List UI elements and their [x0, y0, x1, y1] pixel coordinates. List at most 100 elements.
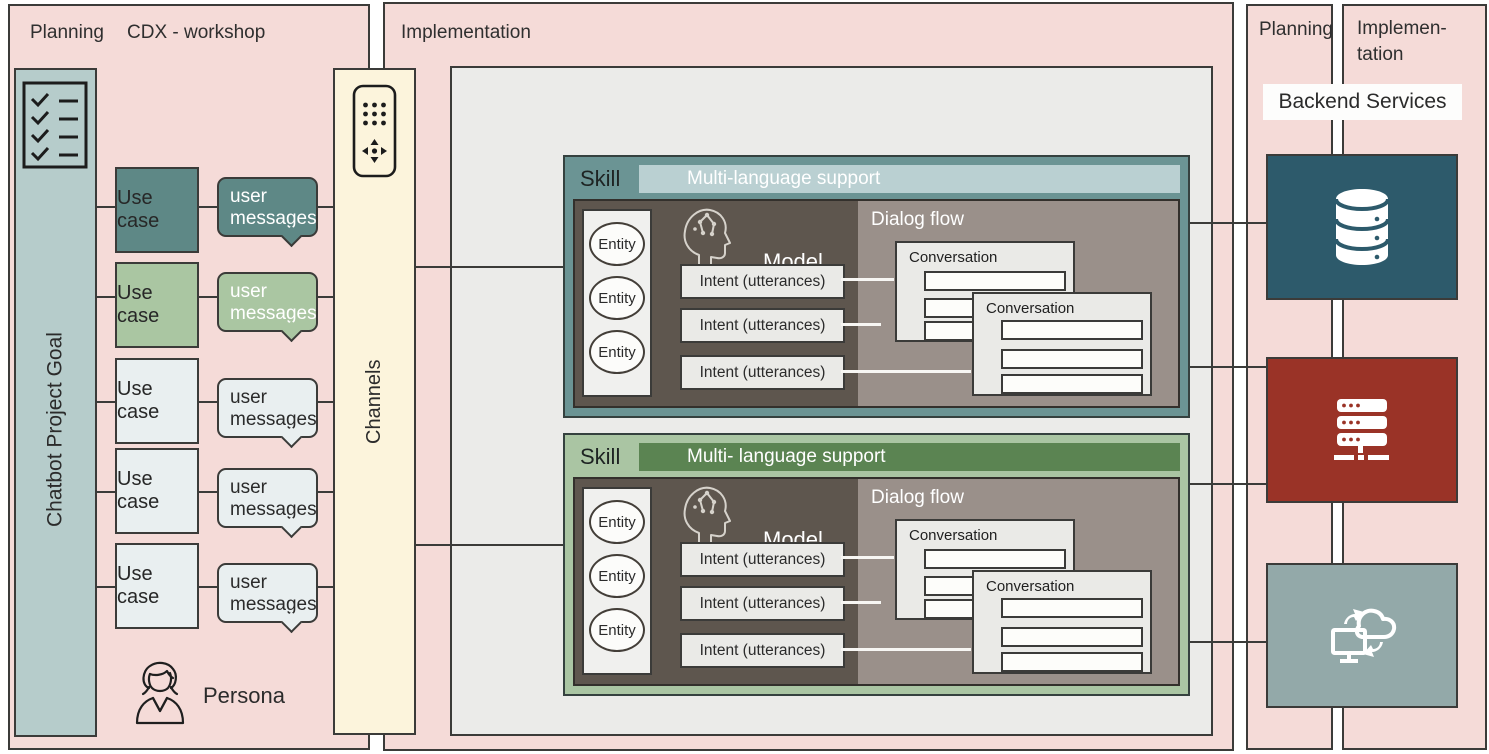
connector-line [318, 586, 333, 588]
use-case-box: Use case [115, 358, 199, 444]
conversation-row [924, 271, 1066, 291]
diagram-canvas: Planning CDX - workshop Implementation P… [0, 0, 1489, 754]
connector-line [97, 296, 115, 298]
conversation-row [1001, 320, 1143, 340]
skill2-to-server-line [1190, 483, 1268, 485]
backend-cloud-box [1266, 563, 1458, 708]
entity-oval: Entity [589, 330, 645, 374]
conversation-row [1001, 374, 1143, 394]
model-box: Entity Entity Entity Model Intent (utter… [575, 201, 858, 406]
skill-box-2: Skill Multi- language support Entity Ent… [563, 433, 1190, 696]
channels-to-skill1-line [416, 266, 563, 268]
intent-connector-line [841, 370, 971, 373]
ai-brain-icon [675, 480, 733, 544]
skill-title: Skill [580, 166, 620, 192]
skill-box-1: Skill Multi-language support Entity Enti… [563, 155, 1190, 418]
connector-line [199, 586, 217, 588]
entity-label: Entity [598, 290, 636, 307]
channels-label: Channels [335, 70, 414, 733]
model-box: Entity Entity Entity Model Intent (utter… [575, 479, 858, 684]
channels-bar: Channels [333, 68, 416, 735]
entity-label: Entity [598, 236, 636, 253]
use-case-box: Use case [115, 262, 199, 348]
conversation-row [1001, 652, 1143, 672]
entity-label: Entity [598, 514, 636, 531]
intent-label: Intent (utterances) [700, 595, 826, 613]
skill1-to-database-line [1190, 222, 1268, 224]
database-icon [1331, 187, 1393, 267]
entity-oval: Entity [589, 500, 645, 544]
entity-oval: Entity [589, 554, 645, 598]
backend-server-box [1266, 357, 1458, 503]
entity-label: Entity [598, 344, 636, 361]
intent-box: Intent (utterances) [680, 542, 845, 577]
intent-label: Intent (utterances) [700, 551, 826, 569]
use-case-label: Use case [117, 378, 197, 424]
connector-line [318, 206, 333, 208]
use-case-box: Use case [115, 543, 199, 629]
skill1-to-server-line [1190, 366, 1268, 368]
implementation-label: Implementation [401, 20, 531, 46]
use-case-label: Use case [117, 187, 197, 233]
connector-line [97, 206, 115, 208]
connector-line [318, 491, 333, 493]
persona-icon [133, 661, 187, 725]
connector-line [97, 586, 115, 588]
skill-inner-panel: Entity Entity Entity Model Intent (utter… [573, 477, 1180, 686]
connector-line [199, 206, 217, 208]
backend-services-label: Backend Services [1263, 84, 1462, 120]
left-planning-label: Planning [30, 20, 104, 46]
conversation-label: Conversation [986, 300, 1150, 317]
dialog-flow-box: Dialog flow Conversation Conversation [858, 201, 1178, 406]
intent-connector-line [841, 648, 971, 651]
backend-database-box [1266, 154, 1458, 300]
user-messages-bubble: user messages [217, 272, 318, 332]
connector-line [199, 491, 217, 493]
skill-inner-panel: Entity Entity Entity Model Intent (utter… [573, 199, 1180, 408]
conversation-label: Conversation [986, 578, 1150, 595]
chatbot-project-goal-bar: Chatbot Project Goal [14, 68, 97, 737]
intent-label: Intent (utterances) [700, 642, 826, 660]
conversation-row [1001, 627, 1143, 647]
cloud-sync-icon [1326, 602, 1398, 670]
intent-box: Intent (utterances) [680, 633, 845, 668]
persona-label: Persona [203, 683, 285, 709]
connector-line [199, 296, 217, 298]
ai-brain-icon [675, 202, 733, 266]
intent-box: Intent (utterances) [680, 264, 845, 299]
use-case-label: Use case [117, 563, 197, 609]
use-case-label: Use case [117, 468, 197, 514]
conversation-row [924, 549, 1066, 569]
connector-line [199, 401, 217, 403]
conversation-row [1001, 598, 1143, 618]
user-messages-bubble: user messages [217, 378, 318, 438]
right-planning-label: Planning [1259, 17, 1333, 43]
connector-line [97, 401, 115, 403]
intent-box: Intent (utterances) [680, 586, 845, 621]
skill2-to-cloud-line [1190, 641, 1268, 643]
entity-oval: Entity [589, 222, 645, 266]
conversation-row [1001, 349, 1143, 369]
skill-header: Multi- language support [639, 443, 1180, 471]
intent-label: Intent (utterances) [700, 364, 826, 382]
use-case-label: Use case [117, 282, 197, 328]
goal-bar-label: Chatbot Project Goal [16, 130, 95, 730]
user-messages-bubble: user messages [217, 563, 318, 623]
conversation-box: Conversation [972, 292, 1152, 396]
connector-line [318, 401, 333, 403]
entity-panel: Entity Entity Entity [582, 209, 652, 397]
dialog-flow-label: Dialog flow [871, 487, 964, 509]
user-messages-bubble: user messages [217, 177, 318, 237]
entity-oval: Entity [589, 608, 645, 652]
conversation-label: Conversation [909, 249, 1073, 266]
dialog-flow-label: Dialog flow [871, 209, 964, 231]
right-implementation-label: Implemen- tation [1357, 16, 1447, 67]
intent-connector-line [841, 323, 881, 326]
intent-connector-line [841, 278, 894, 281]
use-case-box: Use case [115, 448, 199, 534]
dialog-flow-box: Dialog flow Conversation Conversation [858, 479, 1178, 684]
entity-oval: Entity [589, 276, 645, 320]
intent-label: Intent (utterances) [700, 273, 826, 291]
cdx-workshop-label: CDX - workshop [127, 20, 265, 46]
skill-header: Multi-language support [639, 165, 1180, 193]
